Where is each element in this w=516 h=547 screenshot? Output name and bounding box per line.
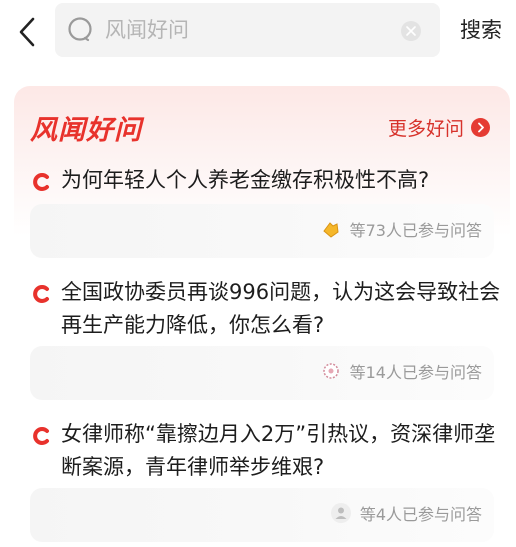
question-title: 全国政协委员再谈996问题，认为这会导致社会再生产能力降低，你怎么看? [61, 280, 501, 337]
participant-count: 等4人已参与问答 [330, 501, 482, 525]
fengwen-haowen-card: 风闻好问 更多好问 为何年轻人个人养老金缴存积极性不高? 等73人已参与问答 全… [14, 86, 510, 547]
more-questions-link[interactable]: 更多好问 [388, 112, 491, 142]
top-bar: 搜索 [0, 0, 516, 64]
search-icon [68, 17, 92, 42]
answer-preview-bar[interactable]: 等73人已参与问答 [30, 204, 494, 258]
pink-floral-avatar-icon [322, 363, 339, 379]
participant-count: 等14人已参与问答 [320, 359, 482, 383]
chevron-left-icon [19, 17, 35, 47]
question-mark-icon [33, 285, 49, 303]
yellow-thumbs-avatar-icon [322, 222, 339, 238]
question-item[interactable]: 为何年轻人个人养老金缴存积极性不高? 等73人已参与问答 [14, 164, 510, 264]
close-icon [406, 26, 416, 36]
participant-text: 等4人已参与问答 [359, 505, 482, 524]
participant-text: 等73人已参与问答 [349, 221, 482, 240]
gray-person-avatar-icon [330, 503, 351, 523]
question-title: 女律师称“靠擦边月入2万”引热议，资深律师垄断案源，青年律师举步维艰? [61, 422, 496, 479]
answer-preview-bar[interactable]: 等14人已参与问答 [30, 346, 494, 400]
search-input[interactable] [105, 12, 385, 48]
answer-preview-bar[interactable]: 等4人已参与问答 [30, 488, 494, 542]
participant-text: 等14人已参与问答 [349, 363, 482, 382]
question-mark-icon [33, 173, 49, 191]
participant-count: 等73人已参与问答 [320, 217, 482, 241]
question-mark-icon [33, 427, 49, 445]
more-questions-label: 更多好问 [388, 117, 465, 140]
chevron-right-icon [471, 117, 491, 137]
question-item[interactable]: 女律师称“靠擦边月入2万”引热议，资深律师垄断案源，青年律师举步维艰? 等4人已… [14, 418, 510, 543]
question-title: 为何年轻人个人养老金缴存积极性不高? [61, 168, 430, 192]
search-button[interactable]: 搜索 [460, 14, 502, 44]
question-item[interactable]: 全国政协委员再谈996问题，认为这会导致社会再生产能力降低，你怎么看? 等14人… [14, 276, 510, 401]
section-title: 风闻好问 [30, 115, 142, 146]
back-button[interactable] [10, 12, 46, 52]
search-box[interactable] [55, 3, 440, 57]
clear-button[interactable] [401, 21, 421, 41]
